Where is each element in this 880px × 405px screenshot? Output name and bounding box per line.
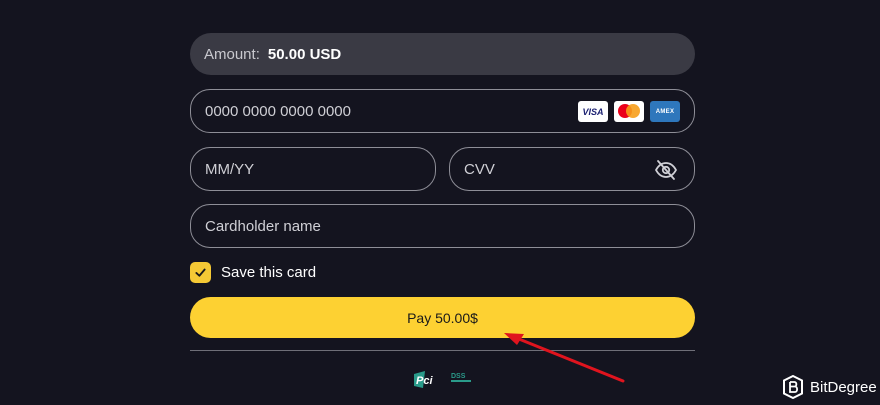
eye-off-icon[interactable] [654,158,678,182]
amex-logo: AMEX [650,101,680,122]
annotation-arrow [504,333,625,383]
cvv-field[interactable] [449,147,695,191]
card-brand-logos: VISA AMEX [578,101,680,122]
amount-value: 50.00 USD [267,45,342,63]
mastercard-logo [614,101,644,122]
bitdegree-logo-icon [783,375,803,399]
pci-sub-text: DSS [451,373,466,380]
save-card-label: Save this card [221,263,317,281]
amount-label: Amount: [204,45,260,63]
save-card-row[interactable]: Save this card [190,261,316,283]
check-icon [195,268,206,277]
amount-display: Amount: 50.00 USD [190,33,695,75]
pci-text: Pci [416,375,433,387]
expiry-input[interactable] [205,160,435,178]
payment-form: Amount: 50.00 USD VISA AMEX [0,0,880,405]
visa-logo: VISA [578,101,608,122]
cardholder-name-input[interactable] [205,217,694,235]
expiry-field[interactable] [190,147,436,191]
save-card-checkbox[interactable] [190,261,211,283]
watermark-text: BitDegree [810,378,877,396]
pci-dss-logo: Pci DSS [414,371,471,388]
bitdegree-watermark: BitDegree [782,374,877,400]
cardholder-name-field[interactable] [190,204,695,248]
card-number-field[interactable]: VISA AMEX [190,89,695,133]
